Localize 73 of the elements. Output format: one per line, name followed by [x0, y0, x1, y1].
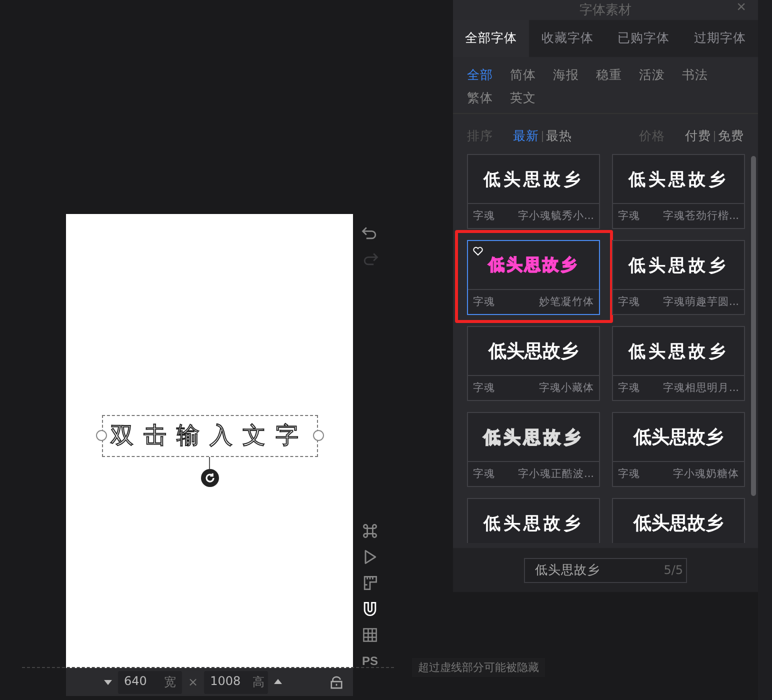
width-field[interactable]: 640 宽	[118, 670, 182, 694]
font-name: 字魂相思明月...	[662, 381, 739, 395]
canvas-text[interactable]: 双击输入文字	[110, 422, 308, 450]
caret-down-icon[interactable]	[104, 678, 112, 686]
category-filter[interactable]: 英文	[510, 90, 539, 107]
font-card[interactable]: 低头思故乡 字魂 字魂相思明月...	[612, 326, 745, 401]
ps-button[interactable]: PS	[362, 652, 378, 670]
category-filter[interactable]: 书法	[682, 67, 711, 84]
font-card[interactable]: 低头思故乡 字魂 字小魂正酷波...	[467, 412, 600, 487]
font-name: 字魂小藏体	[539, 381, 594, 395]
category-filter[interactable]: 海报	[553, 67, 582, 84]
font-preview: 低头思故乡	[628, 340, 728, 362]
font-name: 字魂萌趣芋圆...	[662, 295, 739, 309]
font-preview: 低头思故乡	[628, 254, 728, 276]
font-card[interactable]: 低头思故乡 字魂 字魂萌趣芋圆...	[612, 240, 745, 315]
undo-icon[interactable]	[361, 224, 379, 242]
font-card[interactable]: 低头思故乡	[612, 498, 745, 543]
resize-handle[interactable]	[96, 430, 106, 441]
scrollbar[interactable]	[751, 156, 756, 496]
font-card[interactable]: 低头思故乡 字魂 字小魂奶糖体	[612, 412, 745, 487]
category-filter[interactable]: 活泼	[639, 67, 668, 84]
category-filter[interactable]: 繁体	[467, 90, 496, 107]
font-name: 字小魂正酷波...	[518, 467, 594, 481]
price-option[interactable]: 付费	[685, 128, 711, 145]
tab[interactable]: 收藏字体	[529, 20, 606, 57]
sort-option[interactable]: 最新	[513, 128, 539, 145]
font-vendor: 字魂	[473, 295, 495, 309]
caret-up-icon[interactable]	[274, 678, 282, 686]
font-vendor: 字魂	[473, 209, 495, 223]
font-vendor: 字魂	[618, 467, 640, 481]
magnet-icon[interactable]	[361, 600, 379, 618]
font-vendor: 字魂	[618, 381, 640, 395]
font-preview: 低头思故乡	[634, 426, 724, 449]
font-vendor: 字魂	[618, 295, 640, 309]
font-preview: 低头思故乡	[488, 254, 578, 276]
category-filter[interactable]: 全部	[467, 67, 496, 84]
tab[interactable]: 全部字体	[453, 20, 530, 57]
font-name: 字小魂奶糖体	[673, 467, 739, 481]
font-card[interactable]: 低头思故乡 字魂 字魂苍劲行楷...	[612, 154, 745, 229]
tab[interactable]: 已购字体	[606, 20, 682, 57]
font-vendor: 字魂	[473, 381, 495, 395]
tab[interactable]: 过期字体	[682, 20, 758, 57]
sort-option[interactable]: 最热	[546, 128, 572, 145]
rotate-handle-icon[interactable]	[200, 469, 218, 487]
font-name: 妙笔凝竹体	[539, 295, 594, 309]
font-vendor: 字魂	[618, 209, 640, 223]
font-card[interactable]: 低头思故乡 字魂 妙笔凝竹体	[467, 240, 600, 315]
font-preview: 低头思故乡	[634, 512, 724, 535]
heart-icon[interactable]	[473, 246, 483, 256]
font-preview: 低头思故乡	[484, 168, 584, 190]
resize-handle[interactable]	[312, 430, 324, 441]
font-name: 字魂苍劲行楷...	[662, 209, 739, 223]
font-preview: 低头思故乡	[484, 426, 584, 448]
command-icon[interactable]	[361, 522, 379, 540]
times-sign: ×	[188, 675, 198, 689]
char-count: 5/5	[664, 562, 683, 576]
grid-icon[interactable]	[361, 626, 379, 644]
font-preview: 低头思故乡	[488, 340, 578, 363]
category-filter[interactable]: 简体	[510, 67, 539, 84]
ruler-icon[interactable]	[361, 574, 379, 592]
font-preview: 低头思故乡	[484, 512, 584, 534]
font-preview: 低头思故乡	[628, 168, 728, 190]
category-filter[interactable]: 稳重	[596, 67, 625, 84]
font-card[interactable]: 低头思故乡 字魂 字魂小藏体	[467, 326, 600, 401]
price-option[interactable]: 免费	[718, 128, 744, 145]
font-card[interactable]: 低头思故乡	[467, 498, 600, 543]
font-vendor: 字魂	[473, 467, 495, 481]
hint-tooltip: 超过虚线部分可能被隐藏	[412, 658, 545, 677]
font-name: 字小魂毓秀小...	[518, 209, 594, 223]
lock-icon[interactable]	[330, 676, 343, 688]
panel-title: 字体素材	[580, 2, 632, 19]
height-field[interactable]: 1008 高	[204, 670, 268, 694]
font-card[interactable]: 低头思故乡 字魂 字小魂毓秀小...	[467, 154, 600, 229]
